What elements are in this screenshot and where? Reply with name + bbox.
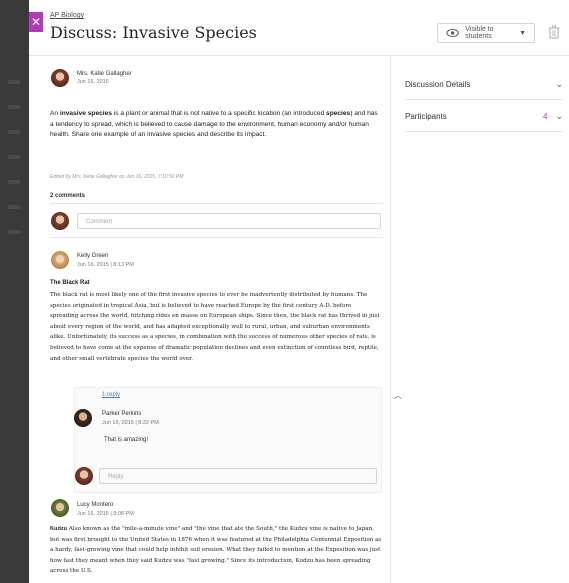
avatar (51, 69, 69, 87)
avatar (51, 499, 69, 517)
background-nav-item (8, 230, 20, 234)
author-name: Kelly Green (77, 253, 109, 259)
chevron-down-icon: ⌄ (555, 78, 563, 89)
avatar (51, 251, 69, 269)
post-body: Kudzu Also known as the "mile-a-minute v… (50, 526, 382, 575)
background-nav-item (8, 130, 20, 134)
edited-note: Edited by Mrs. Katie Gallagher on Jun 16… (50, 174, 184, 180)
discussion-prompt: An invasive species is a plant or animal… (50, 110, 378, 138)
background-nav-item (8, 180, 20, 184)
background-nav-item (8, 80, 20, 84)
avatar (75, 467, 93, 485)
close-button[interactable]: ✕ (29, 12, 43, 32)
reply-text: That is amazing! (104, 437, 149, 443)
post-datetime: Jun 16, 2015 | 8:13 PM (77, 262, 134, 268)
visibility-dropdown[interactable]: Visible to students ▼ (437, 23, 535, 43)
caret-down-icon: ▼ (519, 29, 526, 37)
discussion-panel: AP Biology Discuss: Invasive Species Vis… (29, 0, 569, 583)
background-nav-item (8, 205, 20, 209)
author-name: Lucy Montero (77, 502, 114, 508)
discussion-details-label: Discussion Details (405, 79, 471, 89)
close-icon: ✕ (30, 15, 42, 29)
discussion-details-toggle[interactable]: Discussion Details ⌄ (405, 69, 563, 100)
details-sidebar: Discussion Details ⌄ Participants 4 ⌄ (390, 55, 569, 583)
replies-toggle-link[interactable]: 1 reply (102, 392, 120, 398)
comments-count: 2 comments (50, 193, 86, 199)
panel-header: AP Biology Discuss: Invasive Species Vis… (29, 0, 569, 56)
divider (50, 203, 383, 204)
post-title: The Black Rat (50, 280, 90, 286)
participants-toggle[interactable]: Participants 4 ⌄ (405, 101, 563, 132)
participants-count: 4 (543, 111, 548, 121)
reply-input[interactable]: Reply (99, 468, 377, 484)
author-name: Parker Perkins (102, 411, 142, 417)
post-body: The black rat is most likely one of the … (50, 292, 380, 362)
visibility-label: Visible to students (465, 26, 494, 40)
participants-label: Participants (405, 111, 447, 121)
post-date: Jun 16, 2015 (77, 79, 109, 85)
comment-input[interactable]: Comment (77, 213, 381, 229)
chevron-down-icon: ⌄ (555, 110, 563, 121)
author-name: Mrs. Katie Gallagher (77, 71, 132, 77)
background-nav-item (8, 155, 20, 159)
divider (50, 237, 383, 238)
breadcrumb[interactable]: AP Biology (50, 12, 84, 19)
avatar (51, 212, 69, 230)
eye-icon (446, 29, 459, 37)
post-datetime: Jun 16, 2015 | 8:32 PM (102, 420, 159, 426)
page-title: Discuss: Invasive Species (50, 23, 257, 42)
post-datetime: Jun 16, 2015 | 8:08 PM (77, 511, 134, 517)
background-nav-item (8, 105, 20, 109)
avatar (74, 409, 92, 427)
trash-icon[interactable] (548, 25, 560, 39)
background-sidebar (0, 0, 29, 583)
